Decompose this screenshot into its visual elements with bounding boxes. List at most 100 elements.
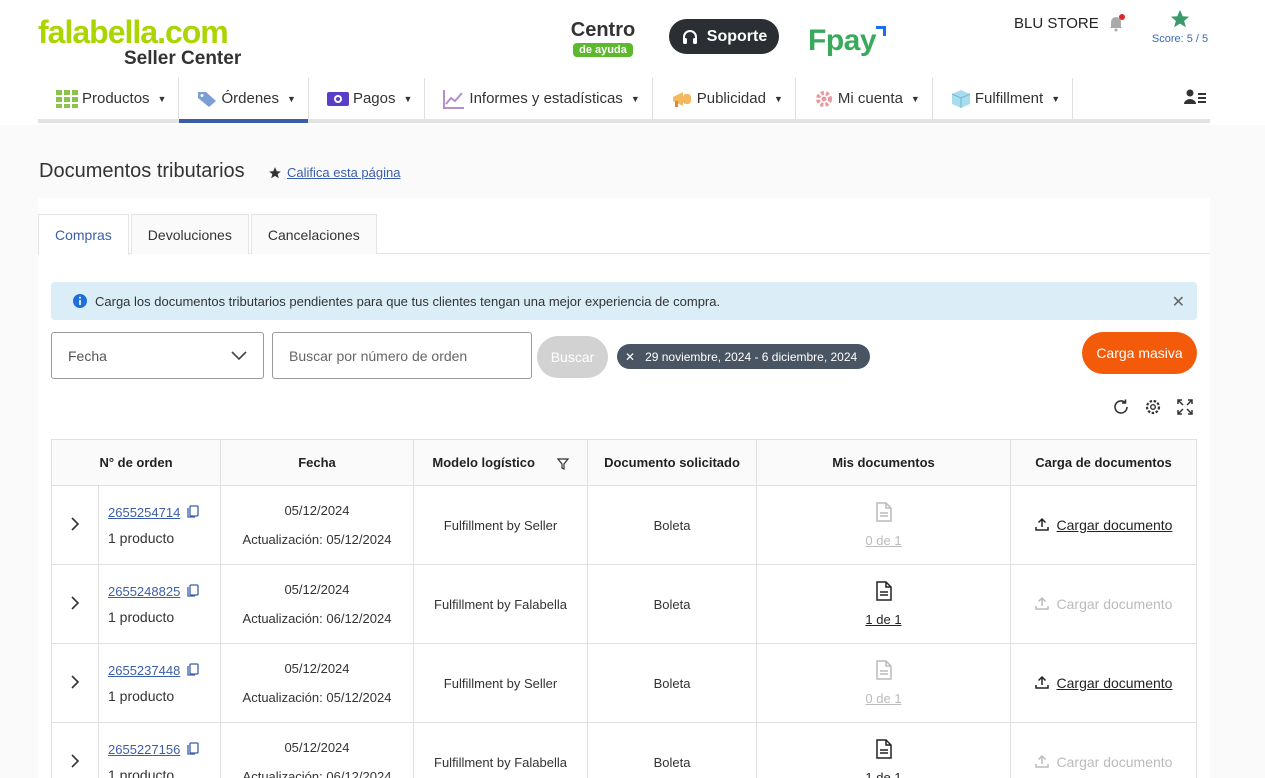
- caret-down-icon: ▼: [1051, 93, 1061, 104]
- buscar-button[interactable]: Buscar: [537, 336, 608, 378]
- chevron-right-icon[interactable]: [70, 753, 80, 768]
- date-range-chip[interactable]: ✕ 29 noviembre, 2024 - 6 diciembre, 2024: [617, 344, 870, 369]
- documents-count-link: 0 de 1: [865, 691, 902, 706]
- score-widget[interactable]: Score: 5 / 5: [1150, 8, 1210, 45]
- nav-item-pagos[interactable]: Pagos ▼: [309, 78, 426, 119]
- mis-documentos-cell: 0 de 1: [757, 486, 1011, 565]
- cargar-documento-button[interactable]: Cargar documento: [1034, 675, 1172, 692]
- info-icon: [73, 294, 87, 308]
- nav-label: Publicidad: [696, 90, 766, 107]
- tab-cancelaciones[interactable]: Cancelaciones: [250, 214, 377, 254]
- order-number-link[interactable]: 2655237448: [108, 663, 180, 678]
- nav-item-productos[interactable]: Productos ▼: [38, 78, 180, 119]
- copy-icon[interactable]: [187, 662, 199, 676]
- rate-page-link[interactable]: Califica esta página: [268, 165, 400, 180]
- col-modelo[interactable]: Modelo logístico: [414, 439, 588, 486]
- page-title: Documentos tributarios: [39, 160, 245, 182]
- table-row: 2655248825 1 producto 05/12/2024 Actuali…: [51, 565, 1197, 644]
- copy-icon[interactable]: [187, 741, 199, 755]
- caret-down-icon: ▼: [157, 93, 167, 104]
- soporte-button[interactable]: Soporte: [669, 19, 779, 54]
- close-icon[interactable]: ✕: [625, 350, 635, 364]
- caret-down-icon: ▼: [403, 93, 413, 104]
- documento-cell: Boleta: [588, 723, 757, 778]
- fpay-logo[interactable]: Fpay: [808, 24, 887, 58]
- mis-documentos-cell: 1 de 1: [757, 565, 1011, 644]
- fpay-corner-icon: [876, 26, 887, 36]
- main-nav: Productos ▼ Órdenes ▼ Pagos ▼ Informes y…: [38, 78, 1210, 123]
- fecha-select[interactable]: Fecha: [51, 332, 264, 379]
- documento-cell: Boleta: [588, 565, 757, 644]
- fecha-select-label: Fecha: [68, 347, 107, 364]
- copy-icon[interactable]: [187, 583, 199, 597]
- rate-page-label[interactable]: Califica esta página: [287, 165, 400, 180]
- settings-icon[interactable]: [1144, 398, 1162, 416]
- nav-item-informes[interactable]: Informes y estadísticas ▼: [425, 78, 653, 119]
- tabs: Compras Devoluciones Cancelaciones: [38, 214, 1210, 255]
- tab-compras[interactable]: Compras: [38, 214, 129, 255]
- box-icon: [951, 89, 971, 108]
- col-mis-documentos[interactable]: Mis documentos: [757, 439, 1011, 486]
- nav-item-mi-cuenta[interactable]: Mi cuenta ▼: [796, 78, 933, 119]
- order-search-input[interactable]: [272, 332, 532, 379]
- fullscreen-icon[interactable]: [1176, 398, 1194, 416]
- document-icon: [875, 660, 892, 683]
- col-carga[interactable]: Carga de documentos: [1011, 439, 1197, 486]
- modelo-cell: Fulfillment by Seller: [414, 644, 588, 723]
- star-icon: [269, 166, 281, 178]
- user-list-icon[interactable]: [1184, 88, 1206, 111]
- order-number-link[interactable]: 2655248825: [108, 584, 180, 599]
- filter-icon[interactable]: [556, 457, 569, 470]
- tab-devoluciones[interactable]: Devoluciones: [130, 214, 249, 254]
- store-menu[interactable]: BLU STORE: [1014, 14, 1125, 32]
- nav-item-publicidad[interactable]: Publicidad ▼: [653, 78, 796, 119]
- expand-row-cell[interactable]: [51, 723, 99, 778]
- headset-icon: [682, 29, 697, 44]
- cargar-documento-button[interactable]: Cargar documento: [1034, 517, 1172, 534]
- mis-documentos-cell: 0 de 1: [757, 644, 1011, 723]
- carga-masiva-button[interactable]: Carga masiva: [1082, 332, 1197, 374]
- fecha-value: 05/12/2024: [284, 661, 350, 676]
- modelo-cell: Fulfillment by Falabella: [414, 723, 588, 778]
- col-orden[interactable]: N° de orden: [51, 439, 221, 486]
- product-count: 1 producto: [108, 529, 175, 546]
- product-count: 1 producto: [108, 766, 175, 778]
- copy-icon[interactable]: [187, 504, 199, 518]
- product-count: 1 producto: [108, 608, 175, 625]
- document-icon: [875, 581, 892, 604]
- caret-down-icon: ▼: [773, 93, 783, 104]
- nav-item-fulfillment[interactable]: Fulfillment ▼: [933, 78, 1074, 119]
- nav-label: Productos: [82, 90, 150, 107]
- mis-documentos-cell: 1 de 1: [757, 723, 1011, 778]
- chevron-right-icon[interactable]: [70, 516, 80, 531]
- fpay-label: Fpay: [808, 24, 877, 57]
- bell-icon[interactable]: [1107, 14, 1125, 32]
- order-number-link[interactable]: 2655227156: [108, 742, 180, 757]
- actualizacion-value: Actualización: 05/12/2024: [242, 532, 392, 547]
- caret-down-icon: ▼: [910, 93, 920, 104]
- gear-icon: [815, 90, 832, 107]
- col-documento[interactable]: Documento solicitado: [588, 439, 757, 486]
- caret-down-icon: ▼: [630, 93, 640, 104]
- cargar-documento-label: Cargar documento: [1056, 754, 1173, 770]
- fecha-cell: 05/12/2024 Actualización: 06/12/2024: [221, 723, 414, 778]
- falabella-logo[interactable]: falabella.com Seller Center: [38, 14, 248, 70]
- documents-count-link[interactable]: 1 de 1: [757, 612, 1010, 627]
- col-fecha[interactable]: Fecha: [221, 439, 414, 486]
- chevron-right-icon[interactable]: [70, 674, 80, 689]
- centro-line1: Centro: [570, 19, 636, 41]
- expand-row-cell[interactable]: [51, 565, 99, 644]
- order-number-link[interactable]: 2655254714: [108, 505, 180, 520]
- centro-line2: de ayuda: [573, 43, 633, 57]
- close-icon[interactable]: ✕: [1172, 292, 1185, 312]
- nav-item-ordenes[interactable]: Órdenes ▼: [179, 78, 309, 123]
- chevron-right-icon[interactable]: [70, 595, 80, 610]
- store-name: BLU STORE: [1014, 14, 1099, 32]
- expand-row-cell[interactable]: [51, 644, 99, 723]
- actualizacion-value: Actualización: 06/12/2024: [242, 611, 392, 626]
- expand-row-cell[interactable]: [51, 486, 99, 565]
- centro-de-ayuda-link[interactable]: Centro de ayuda: [568, 20, 638, 58]
- documents-count-link[interactable]: 1 de 1: [757, 770, 1010, 778]
- star-icon: [1170, 9, 1190, 28]
- refresh-icon[interactable]: [1112, 398, 1130, 416]
